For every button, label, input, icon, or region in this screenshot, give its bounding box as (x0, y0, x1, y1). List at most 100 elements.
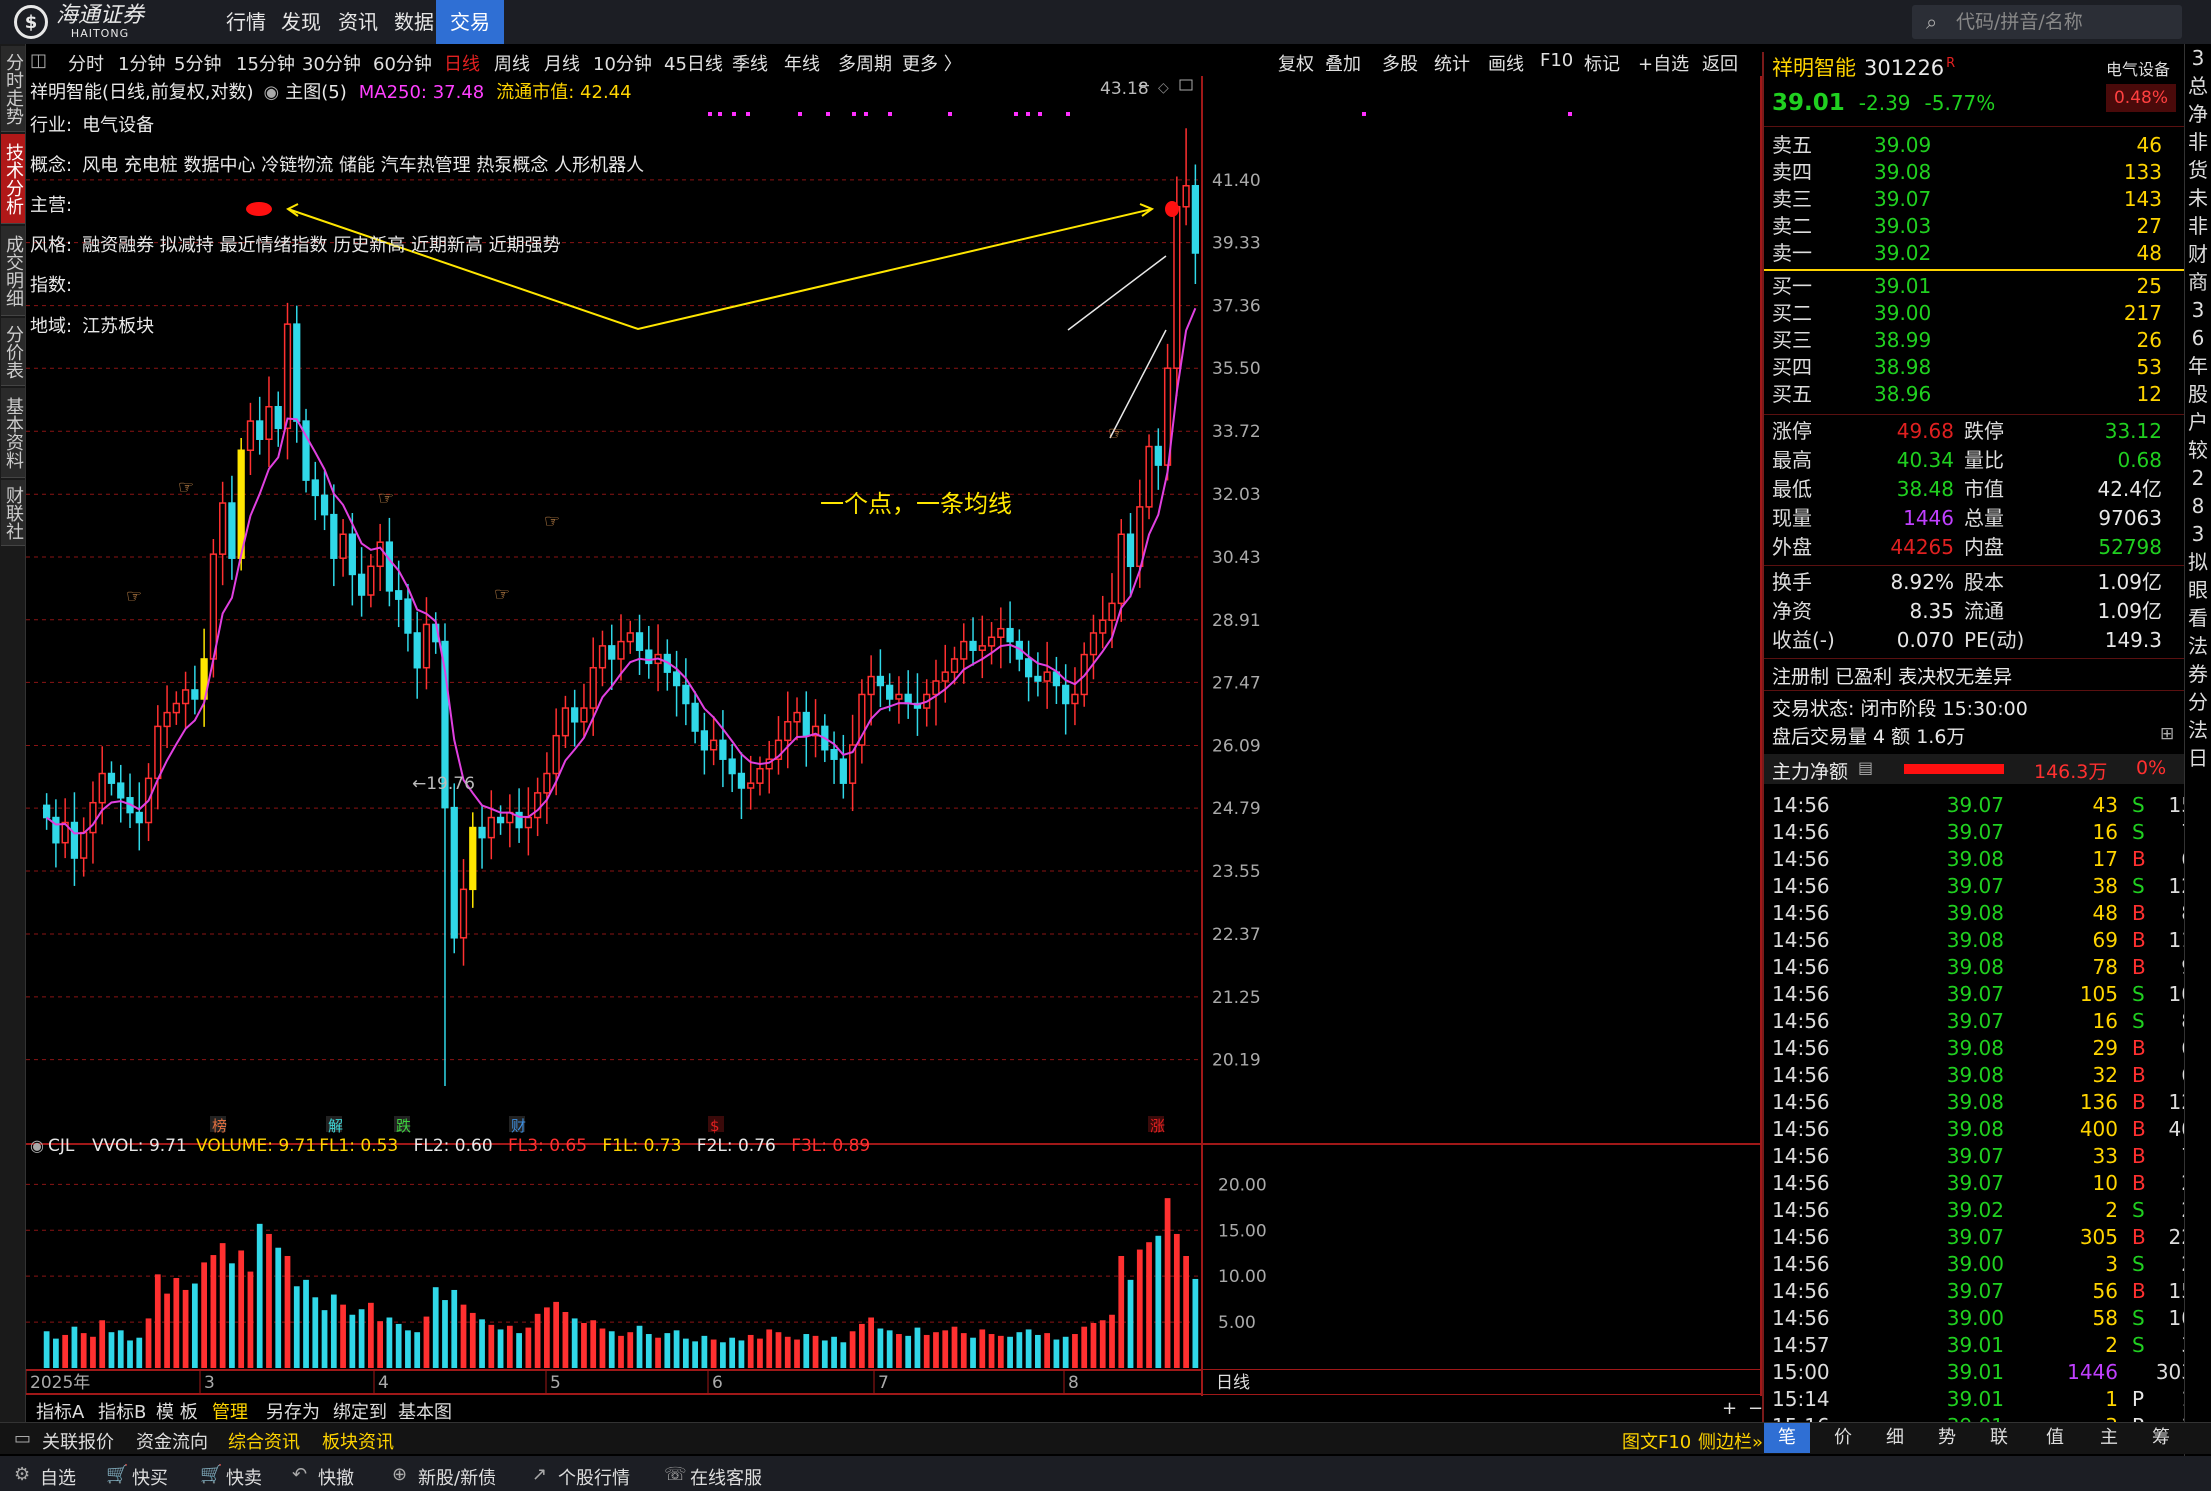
footer2-item-6[interactable]: 在线客服 (690, 1464, 762, 1490)
period-9[interactable]: 10分钟 (593, 50, 652, 76)
expand-icon[interactable]: ⊞ (2160, 724, 2174, 744)
period-14[interactable]: 更多 〉 (902, 50, 962, 76)
tick-time: 15:14 (1772, 1387, 1830, 1411)
footer-tab-1[interactable]: 资金流向 (136, 1428, 208, 1454)
volume-bar (544, 1307, 550, 1368)
sidebar-link[interactable]: 侧边栏» (1698, 1428, 1763, 1454)
footer2-item-3[interactable]: 快撤 (318, 1464, 354, 1490)
period-1[interactable]: 1分钟 (118, 50, 165, 76)
tick-row: 14:5639.0878B9 (1764, 954, 2194, 981)
main-indicator-label[interactable]: 主图(5) (285, 82, 347, 103)
bid-price: 38.98 (1874, 355, 1932, 379)
panel-tab-3[interactable]: 势 (1938, 1423, 1956, 1453)
nav-item-4[interactable]: 交易 (436, 0, 504, 44)
net-flow-icon[interactable]: ▤ (1858, 758, 1873, 777)
volume-bar (1146, 1242, 1152, 1368)
tick-qty: 38 (2092, 874, 2118, 898)
footer2-item-2[interactable]: 快卖 (226, 1464, 262, 1490)
bottom-tab-4[interactable]: 另存为 (266, 1398, 320, 1424)
period-0[interactable]: 分时 (68, 50, 104, 76)
left-tab-4[interactable]: 基本资料 (1, 388, 25, 478)
tick-row: 14:5639.003S2 (1764, 1251, 2194, 1278)
panel-tab-6[interactable]: 主 (2100, 1423, 2118, 1453)
sector-name[interactable]: 电气设备 (2106, 56, 2170, 80)
period-11[interactable]: 季线 (732, 50, 768, 76)
footer2-item-5[interactable]: 个股行情 (558, 1464, 630, 1490)
left-tab-0[interactable]: 分时走势 (1, 46, 25, 132)
zoom-out-icon[interactable]: − (1748, 1398, 1763, 1419)
footer2-item-4[interactable]: 新股/新债 (418, 1464, 496, 1490)
tool-4[interactable]: 画线 (1488, 50, 1524, 76)
left-tab-5[interactable]: 财联社 (1, 480, 25, 546)
volume-bar (293, 1286, 300, 1368)
volume-bar (210, 1255, 217, 1368)
tick-row: 14:5639.0817B6 (1764, 846, 2194, 873)
panel-tab-1[interactable]: 价 (1834, 1423, 1852, 1453)
panel-tab-0[interactable]: 笔 (1764, 1423, 1810, 1453)
tool-7[interactable]: +自选 (1638, 50, 1689, 76)
event-dot (1014, 112, 1018, 116)
tool-8[interactable]: 返回 (1702, 50, 1738, 76)
period-2[interactable]: 5分钟 (174, 50, 221, 76)
bid-row: 买三 38.99 26 (1764, 327, 2184, 353)
left-tab-2[interactable]: 成交明细 (1, 226, 25, 316)
volume-bar (988, 1334, 995, 1368)
left-tab-1[interactable]: 技术分析 (1, 134, 25, 224)
tick-row: 14:5639.0832B6 (1764, 1062, 2194, 1089)
bottom-tab-1[interactable]: 指标B (98, 1398, 146, 1424)
panel-tab-4[interactable]: 联 (1990, 1423, 2008, 1453)
bid-price: 39.00 (1874, 301, 1932, 325)
price-tick-label: 24.79 (1212, 799, 1261, 819)
event-dot (864, 112, 868, 116)
search-input[interactable]: ⌕ 代码/拼音/名称 (1912, 5, 2182, 39)
vol-stat-7: F3L: 0.89 (791, 1136, 870, 1156)
footer-tab-3[interactable]: 板块资讯 (322, 1428, 394, 1454)
tool-1[interactable]: 叠加 (1325, 50, 1361, 76)
footer2-item-0[interactable]: 自选 (40, 1464, 76, 1490)
footer-tab-2[interactable]: 综合资讯 (228, 1428, 300, 1454)
f10-link[interactable]: 图文F10 (1622, 1428, 1691, 1454)
tool-6[interactable]: 标记 (1584, 50, 1620, 76)
layout-toggle-icon[interactable]: ◫ (30, 50, 47, 71)
footer2-item-1[interactable]: 快买 (132, 1464, 168, 1490)
bottom-tab-0[interactable]: 指标A (36, 1398, 84, 1424)
kline-chart[interactable]: 41.40 39.33 37.36 35.50 33.72 32.03 30.43 28.91… (26, 76, 1762, 1396)
period-6[interactable]: 日线 (444, 50, 480, 76)
main-eye-icon[interactable]: ◉ (264, 82, 280, 103)
haitong-logo[interactable]: $ 海通证券 HAITONG (14, 4, 144, 40)
bottom-tab-3[interactable]: 管理 (212, 1398, 248, 1424)
bottom-tab-6[interactable]: 基本图 (398, 1398, 452, 1424)
period-5[interactable]: 60分钟 (373, 50, 432, 76)
far-right-char: 日 (2188, 746, 2208, 770)
event-dot (826, 112, 830, 116)
bottom-tab-2[interactable]: 模 板 (156, 1398, 198, 1424)
period-8[interactable]: 月线 (544, 50, 580, 76)
period-12[interactable]: 年线 (784, 50, 820, 76)
left-tab-3[interactable]: 分价表 (1, 318, 25, 386)
footer-tab-0[interactable]: 关联报价 (42, 1428, 114, 1454)
tool-0[interactable]: 复权 (1278, 50, 1314, 76)
footer-menu-icon[interactable]: ▭ (14, 1428, 31, 1449)
vol-stat-6: F2L: 0.76 (697, 1136, 776, 1156)
period-13[interactable]: 多周期 (838, 50, 892, 76)
period-10[interactable]: 45日线 (664, 50, 723, 76)
volume-bar (117, 1330, 124, 1368)
panel-tab-5[interactable]: 值 (2046, 1423, 2064, 1453)
hand-pointer-icon: ☞ (1108, 423, 1124, 444)
panel-tab-2[interactable]: 细 (1886, 1423, 1904, 1453)
period-7[interactable]: 周线 (494, 50, 530, 76)
panel-tab-7[interactable]: 筹 (2152, 1423, 2170, 1453)
annotation-text[interactable]: 一个点，一条均线 (820, 484, 1012, 519)
zoom-in-icon[interactable]: + (1722, 1398, 1737, 1419)
period-3[interactable]: 15分钟 (236, 50, 295, 76)
price-tick-label: 39.33 (1212, 234, 1261, 254)
stat-value: 1.09亿 (2097, 599, 2162, 623)
bottom-tab-5[interactable]: 绑定到 (333, 1398, 387, 1424)
tool-3[interactable]: 统计 (1434, 50, 1470, 76)
period-4[interactable]: 30分钟 (302, 50, 361, 76)
tool-5[interactable]: F10 (1540, 50, 1573, 71)
tick-price: 39.07 (1946, 1171, 2004, 1195)
tool-2[interactable]: 多股 (1382, 50, 1418, 76)
tick-row: 14:5639.0710B2 (1764, 1170, 2194, 1197)
bid-volume: 53 (2136, 355, 2162, 379)
